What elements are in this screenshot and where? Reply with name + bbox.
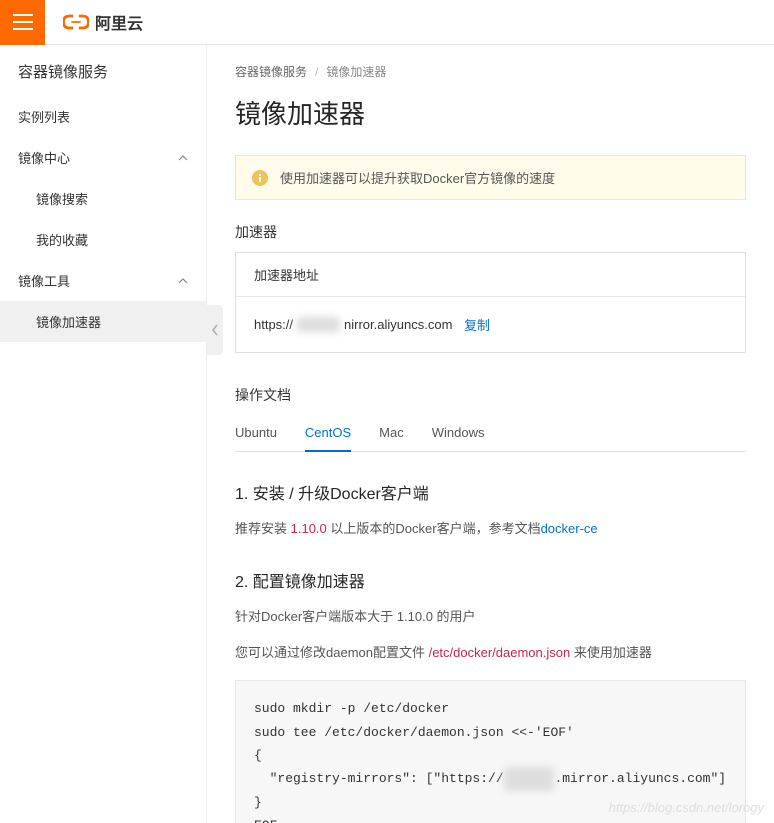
sidebar-item-label: 我的收藏 — [36, 230, 88, 249]
tab-ubuntu[interactable]: Ubuntu — [235, 415, 277, 451]
url-prefix: https:// — [254, 317, 293, 332]
tab-mac[interactable]: Mac — [379, 415, 404, 451]
breadcrumb-separator: / — [315, 65, 318, 79]
sidebar-item-label: 镜像工具 — [18, 271, 70, 290]
brand-logo[interactable]: 阿里云 — [63, 10, 143, 34]
sidebar-item-label: 实例列表 — [18, 107, 70, 126]
watermark: https://blog.csdn.net/lorogy — [609, 800, 764, 815]
card-header: 加速器地址 — [236, 253, 745, 297]
info-icon — [252, 170, 268, 186]
sidebar-item-image-accelerator[interactable]: 镜像加速器 — [0, 301, 206, 342]
alert-text: 使用加速器可以提升获取Docker官方镜像的速度 — [280, 168, 555, 187]
copy-link[interactable]: 复制 — [464, 315, 490, 334]
accelerator-section-label: 加速器 — [235, 222, 746, 242]
step2-title: 2. 配置镜像加速器 — [235, 568, 746, 592]
docs-heading: 操作文档 — [235, 385, 746, 405]
step1-title: 1. 安装 / 升级Docker客户端 — [235, 480, 746, 504]
sidebar-item-instances[interactable]: 实例列表 — [0, 96, 206, 137]
sidebar-item-label: 镜像中心 — [18, 148, 70, 167]
brand-name: 阿里云 — [95, 10, 143, 34]
aliyun-logo-icon — [63, 12, 89, 32]
chevron-left-icon — [211, 324, 219, 336]
breadcrumb: 容器镜像服务 / 镜像加速器 — [235, 63, 746, 80]
chevron-up-icon — [178, 153, 188, 163]
os-tabs: Ubuntu CentOS Mac Windows — [235, 415, 746, 452]
sidebar-item-my-favorites[interactable]: 我的收藏 — [0, 219, 206, 260]
card-body: https:// xxxxxx nirror.aliyuncs.com 复制 — [236, 297, 745, 352]
step2-paragraph1: 针对Docker客户端版本大于 1.10.0 的用户 — [235, 606, 746, 628]
top-header: 阿里云 — [0, 0, 774, 45]
sidebar-item-label: 镜像加速器 — [36, 312, 101, 331]
sidebar-item-label: 镜像搜索 — [36, 189, 88, 208]
breadcrumb-current: 镜像加速器 — [326, 63, 386, 80]
page-title: 镜像加速器 — [235, 94, 746, 131]
sidebar-item-image-tools[interactable]: 镜像工具 — [0, 260, 206, 301]
sidebar-item-image-center[interactable]: 镜像中心 — [0, 137, 206, 178]
hamburger-icon — [13, 14, 33, 30]
url-hidden-part: xxxxxx — [297, 317, 340, 332]
main-content: 容器镜像服务 / 镜像加速器 镜像加速器 使用加速器可以提升获取Docker官方… — [207, 45, 774, 823]
sidebar-item-image-search[interactable]: 镜像搜索 — [0, 178, 206, 219]
sidebar-title: 容器镜像服务 — [0, 61, 206, 96]
breadcrumb-root[interactable]: 容器镜像服务 — [235, 63, 307, 80]
sidebar: 容器镜像服务 实例列表 镜像中心 镜像搜索 我的收藏 镜像工具 镜像加速器 — [0, 45, 207, 823]
tab-centos[interactable]: CentOS — [305, 415, 351, 452]
accelerator-card: 加速器地址 https:// xxxxxx nirror.aliyuncs.com … — [235, 252, 746, 353]
docker-ce-link[interactable]: docker-ce — [541, 521, 598, 536]
sidebar-collapse-handle[interactable] — [207, 305, 223, 355]
url-suffix: nirror.aliyuncs.com — [344, 317, 452, 332]
step1-paragraph: 推荐安装 1.10.0 以上版本的Docker客户端，参考文档docker-ce — [235, 518, 746, 540]
hamburger-menu-button[interactable] — [0, 0, 45, 45]
tab-windows[interactable]: Windows — [432, 415, 485, 451]
step2-paragraph2: 您可以通过修改daemon配置文件 /etc/docker/daemon.jso… — [235, 642, 746, 664]
info-alert: 使用加速器可以提升获取Docker官方镜像的速度 — [235, 155, 746, 200]
chevron-up-icon — [178, 276, 188, 286]
